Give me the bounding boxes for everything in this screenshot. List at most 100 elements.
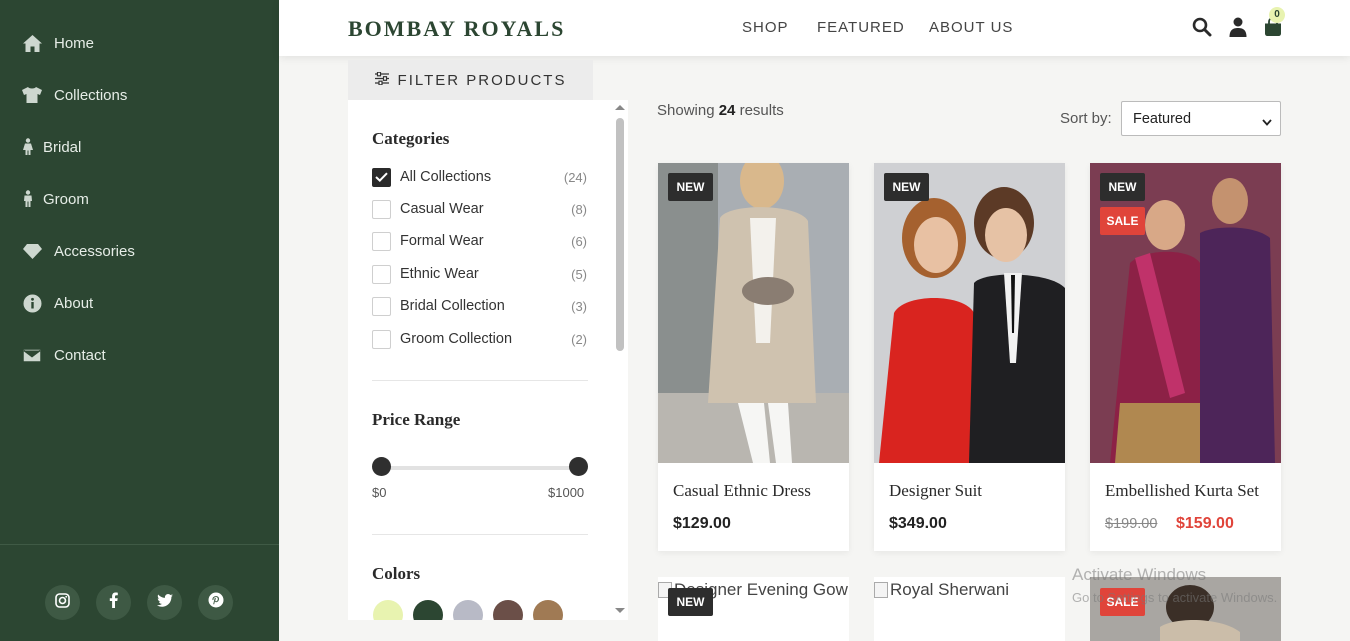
category-count: (24): [563, 169, 587, 185]
category-bridal-collection[interactable]: Bridal Collection (3): [372, 296, 587, 316]
sidebar-item-label: Accessories: [54, 242, 135, 260]
broken-image-icon: [874, 582, 888, 598]
category-checkbox[interactable]: [372, 264, 391, 284]
filter-products-button[interactable]: FILTER PRODUCTS: [348, 60, 593, 100]
badge-new: NEW: [668, 173, 713, 201]
price-max-label: $1000: [548, 485, 585, 500]
product-card[interactable]: NEW SALE Embellished Kurta Set $199.00 $…: [1090, 163, 1281, 551]
filter-button-label: FILTER PRODUCTS: [397, 71, 567, 89]
sidebar-item-about[interactable]: About: [21, 292, 93, 314]
product-image[interactable]: [658, 163, 849, 463]
color-swatch-lime[interactable]: [373, 600, 403, 620]
category-checkbox[interactable]: [372, 231, 391, 251]
category-label: Ethnic Wear: [400, 266, 479, 282]
diamond-icon: [21, 240, 43, 262]
scroll-up-arrow[interactable]: [615, 105, 625, 110]
category-checkbox[interactable]: [372, 296, 391, 316]
product-price: $349.00: [889, 515, 947, 532]
sidebar-item-home[interactable]: Home: [21, 32, 94, 54]
product-name[interactable]: Designer Suit: [889, 481, 982, 501]
category-casual-wear[interactable]: Casual Wear (8): [372, 199, 587, 219]
category-label: Groom Collection: [400, 331, 513, 347]
sidebar-item-groom[interactable]: Groom: [21, 188, 89, 210]
category-all-collections[interactable]: All Collections (24): [372, 167, 587, 187]
sort-label: Sort by:: [1060, 110, 1112, 127]
product-name[interactable]: Embellished Kurta Set: [1105, 481, 1259, 501]
product-card[interactable]: NEW Designer Suit $349.00: [874, 163, 1065, 551]
sidebar-item-collections[interactable]: Collections: [21, 84, 127, 106]
product-name[interactable]: Casual Ethnic Dress: [673, 481, 811, 501]
color-swatch-brown[interactable]: [493, 600, 523, 620]
info-icon: [21, 292, 43, 314]
cart-count-badge: 0: [1269, 7, 1285, 23]
sidebar-item-accessories[interactable]: Accessories: [21, 240, 135, 262]
sidebar-item-label: Contact: [54, 346, 106, 364]
results-prefix: Showing: [657, 102, 715, 119]
results-suffix: results: [739, 102, 784, 119]
nav-about-us[interactable]: ABOUT US: [929, 19, 1013, 36]
pinterest-icon: [208, 592, 224, 613]
filter-panel: Categories All Collections (24) Casual W…: [348, 100, 628, 620]
badge-new: NEW: [884, 173, 929, 201]
category-checkbox[interactable]: [372, 329, 391, 349]
female-icon: [21, 136, 35, 158]
nav-featured[interactable]: FEATURED: [817, 19, 905, 36]
male-icon: [21, 188, 35, 210]
price-min-handle[interactable]: [372, 457, 391, 476]
category-groom-collection[interactable]: Groom Collection (2): [372, 329, 587, 349]
price-range-title: Price Range: [372, 410, 461, 429]
category-label: Casual Wear: [400, 201, 484, 217]
search-icon[interactable]: [1192, 17, 1212, 42]
product-card[interactable]: Royal Sherwani: [874, 577, 1065, 641]
category-label: Bridal Collection: [400, 298, 505, 314]
user-icon[interactable]: [1229, 17, 1247, 42]
sidebar-item-contact[interactable]: Contact: [21, 344, 106, 366]
instagram-icon: [55, 592, 70, 613]
product-price: $129.00: [673, 515, 731, 532]
badge-new: NEW: [1100, 173, 1145, 201]
categories-title: Categories: [372, 129, 450, 148]
twitter-icon: [156, 593, 173, 612]
top-header: BOMBAY ROYALS SHOP FEATURED ABOUT US 0: [279, 0, 1350, 56]
badge-sale: SALE: [1100, 207, 1145, 235]
color-swatch-tan[interactable]: [533, 600, 563, 620]
category-formal-wear[interactable]: Formal Wear (6): [372, 231, 587, 251]
activate-windows-title: Activate Windows: [1072, 565, 1207, 584]
color-swatch-green[interactable]: [413, 600, 443, 620]
sort-select[interactable]: Featured: [1121, 101, 1281, 136]
price-slider-track[interactable]: [381, 466, 579, 470]
chevron-down-icon: [1262, 114, 1272, 130]
product-card[interactable]: Designer Evening Gown NEW: [658, 577, 849, 641]
twitter-button[interactable]: [147, 585, 182, 620]
sidebar-item-label: Collections: [54, 86, 128, 104]
facebook-button[interactable]: [96, 585, 131, 620]
scroll-thumb[interactable]: [616, 118, 624, 351]
envelope-icon: [21, 344, 43, 366]
facebook-icon: [109, 592, 118, 613]
category-checkbox[interactable]: [372, 199, 391, 219]
sidebar-item-label: Groom: [43, 190, 89, 208]
product-image[interactable]: [874, 163, 1065, 463]
sidebar-item-bridal[interactable]: Bridal: [21, 136, 81, 158]
nav-shop[interactable]: SHOP: [742, 19, 789, 36]
category-ethnic-wear[interactable]: Ethnic Wear (5): [372, 264, 587, 284]
product-card[interactable]: SALE: [1090, 577, 1281, 641]
home-icon: [21, 32, 43, 54]
sidebar-item-label: About: [54, 294, 94, 312]
filter-scrollbar[interactable]: [612, 104, 628, 620]
image-alt-text: Royal Sherwani: [890, 580, 1010, 599]
broken-product-image[interactable]: Royal Sherwani: [874, 580, 1009, 600]
instagram-button[interactable]: [45, 585, 80, 620]
pinterest-button[interactable]: [198, 585, 233, 620]
scroll-down-arrow[interactable]: [615, 608, 625, 613]
product-card[interactable]: NEW Casual Ethnic Dress $129.00: [658, 163, 849, 551]
category-label: Formal Wear: [400, 233, 484, 249]
price-max-handle[interactable]: [569, 457, 588, 476]
brand-logo[interactable]: BOMBAY ROYALS: [348, 16, 565, 42]
sliders-icon: [374, 71, 398, 89]
colors-title: Colors: [372, 564, 421, 583]
sidebar: Home Collections Bridal Groom Accessorie…: [0, 0, 279, 641]
badge-new: NEW: [668, 588, 713, 616]
category-checkbox[interactable]: [372, 167, 391, 187]
color-swatch-grey[interactable]: [453, 600, 483, 620]
